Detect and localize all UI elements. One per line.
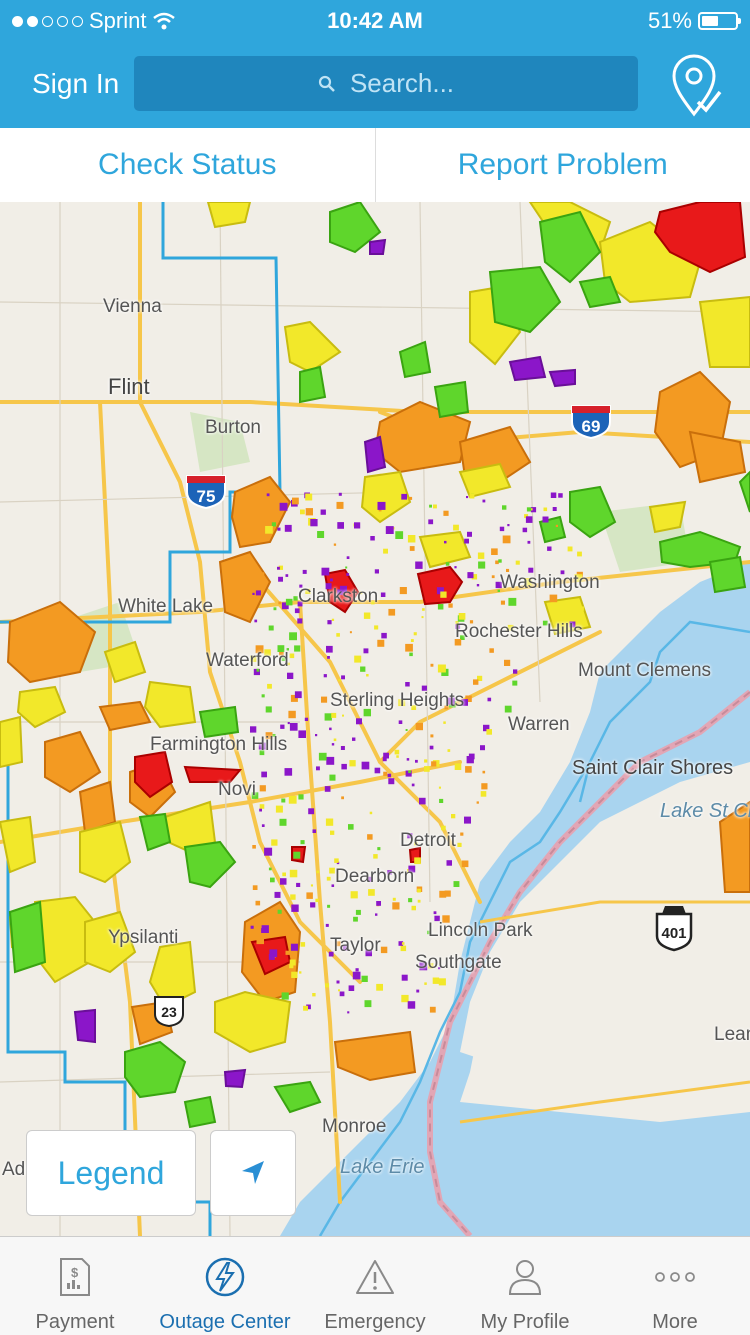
svg-text:23: 23 <box>161 1004 177 1020</box>
map-label-detroit: Detroit <box>400 830 456 852</box>
tab-report-problem[interactable]: Report Problem <box>375 128 750 202</box>
map-label-southgate: Southgate <box>415 952 502 974</box>
emergency-icon <box>355 1258 395 1296</box>
map-label-white-lake: White Lake <box>118 596 213 618</box>
search-field[interactable]: Search... <box>134 56 638 111</box>
tab-more[interactable]: More <box>600 1237 750 1335</box>
map-label-taylor: Taylor <box>330 935 381 957</box>
outage-center-icon <box>205 1257 245 1297</box>
svg-text:75: 75 <box>197 487 216 506</box>
map-label-novi: Novi <box>218 779 256 801</box>
my-profile-icon <box>507 1258 543 1296</box>
legend-button[interactable]: Legend <box>26 1130 196 1216</box>
more-icon <box>654 1271 696 1283</box>
search-placeholder: Search... <box>350 68 454 99</box>
map-label-warren: Warren <box>508 714 570 736</box>
svg-text:401: 401 <box>661 925 686 942</box>
bottom-tab-bar: $ Payment Outage Center Emergency My Pro… <box>0 1236 750 1335</box>
map-label-rochester-hills: Rochester Hills <box>455 621 583 643</box>
tab-outage-center[interactable]: Outage Center <box>150 1237 300 1335</box>
battery-icon <box>698 12 738 30</box>
map-label-ypsilanti: Ypsilanti <box>108 927 178 949</box>
sign-in-button[interactable]: Sign In <box>32 68 119 100</box>
segment-tabs: Check Status Report Problem <box>0 128 750 203</box>
map-canvas[interactable] <box>0 202 750 1236</box>
map-label-flint: Flint <box>108 374 150 400</box>
map-label-lincoln-park: Lincoln Park <box>428 920 533 942</box>
map-label-lake-st-clair: Lake St Clair <box>660 800 750 823</box>
payment-icon: $ <box>58 1257 92 1297</box>
map-label-mount-clemens: Mount Clemens <box>578 660 711 682</box>
tab-my-profile[interactable]: My Profile <box>450 1237 600 1335</box>
location-pin-check-icon[interactable] <box>668 52 724 118</box>
tab-emergency-label: Emergency <box>324 1311 425 1334</box>
tab-payment[interactable]: $ Payment <box>0 1237 150 1335</box>
battery-percentage: 51% <box>648 8 692 34</box>
search-icon <box>318 75 336 93</box>
map-label-waterford: Waterford <box>206 650 289 672</box>
map-label-leamington: Leamington <box>714 1024 750 1046</box>
svg-text:69: 69 <box>582 417 601 436</box>
map-label-sterling-heights: Sterling Heights <box>330 690 464 712</box>
map-label-burton: Burton <box>205 417 261 439</box>
map-label-vienna: Vienna <box>103 296 162 318</box>
map-label-monroe: Monroe <box>322 1116 386 1138</box>
map-label-dearborn: Dearborn <box>335 866 414 888</box>
tab-emergency[interactable]: Emergency <box>300 1237 450 1335</box>
locate-me-button[interactable] <box>210 1130 296 1216</box>
tab-check-status[interactable]: Check Status <box>0 128 375 202</box>
svg-text:$: $ <box>71 1265 79 1280</box>
map-label-clarkston: Clarkston <box>298 586 378 608</box>
tab-my-profile-label: My Profile <box>481 1311 570 1334</box>
map-label-washington: Washington <box>500 572 600 594</box>
location-arrow-icon <box>238 1158 268 1188</box>
map-label-saint-clair-shores: Saint Clair Shores <box>572 757 733 780</box>
clock: 10:42 AM <box>0 8 750 34</box>
tab-payment-label: Payment <box>36 1311 115 1334</box>
map-label-farmington-hills: Farmington Hills <box>150 734 287 756</box>
outage-map[interactable]: Vienna Flint Burton White Lake Clarkston… <box>0 202 750 1236</box>
status-bar: Sprint 10:42 AM 51% <box>0 0 750 40</box>
map-label-lake-erie: Lake Erie <box>340 1156 410 1179</box>
navigation-bar: Sign In Search... <box>0 40 750 128</box>
tab-outage-center-label: Outage Center <box>159 1311 290 1334</box>
tab-more-label: More <box>652 1311 698 1334</box>
